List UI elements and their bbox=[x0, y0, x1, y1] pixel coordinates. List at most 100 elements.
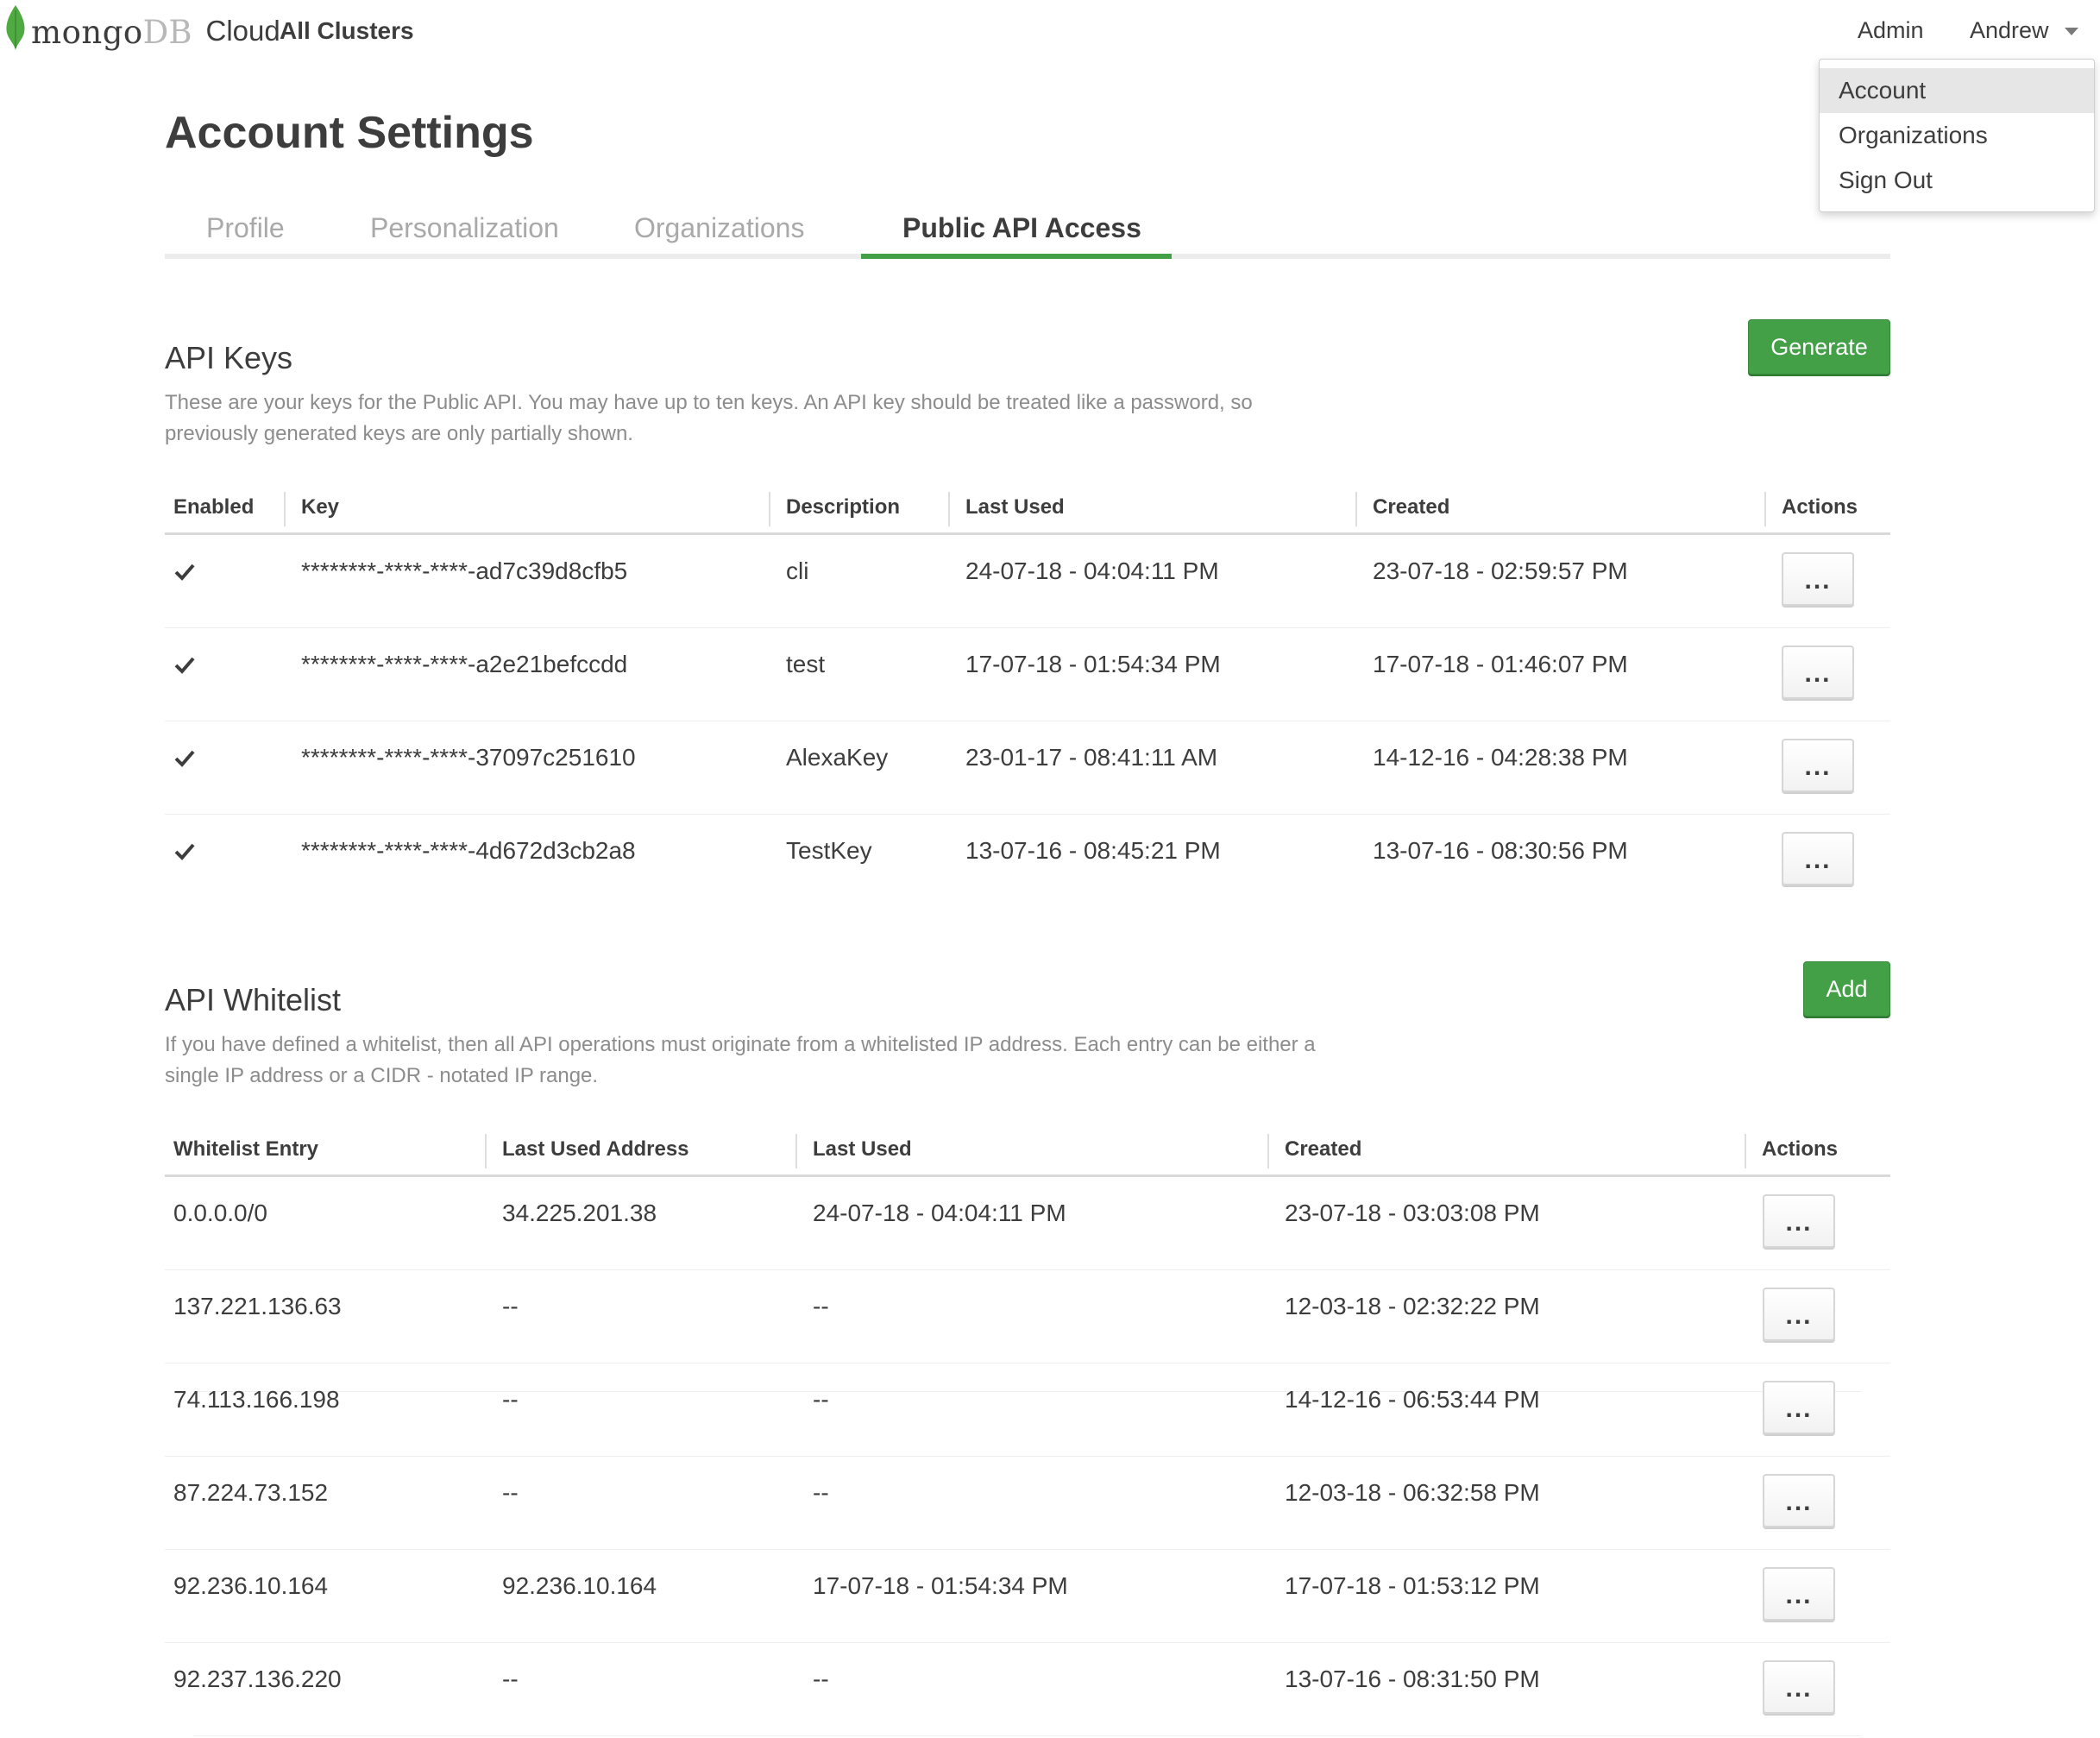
last-used-cell: 17-07-18 - 01:54:34 PM bbox=[813, 1572, 1068, 1599]
tab-personalization[interactable]: Personalization bbox=[329, 205, 600, 255]
checkmark-icon bbox=[174, 750, 195, 767]
last-used-cell: 13-07-16 - 08:45:21 PM bbox=[965, 837, 1221, 864]
created-cell: 14-12-16 - 04:28:38 PM bbox=[1373, 744, 1628, 771]
column-header-last-used[interactable]: Last Used bbox=[957, 483, 1065, 532]
table-row: ********-****-****-37097c251610 AlexaKey… bbox=[165, 721, 1890, 815]
table-row: ********-****-****-a2e21befccdd test 17-… bbox=[165, 628, 1890, 721]
last-used-address-cell: -- bbox=[502, 1293, 519, 1319]
created-cell: 17-07-18 - 01:46:07 PM bbox=[1373, 651, 1628, 677]
table-row: 87.224.73.152 -- -- 12-03-18 - 06:32:58 … bbox=[165, 1457, 1890, 1550]
column-divider bbox=[1745, 1134, 1746, 1168]
last-used-cell: -- bbox=[813, 1386, 829, 1413]
key-cell: ********-****-****-ad7c39d8cfb5 bbox=[301, 557, 628, 584]
whitelist-entry-cell: 92.236.10.164 bbox=[173, 1572, 329, 1599]
last-used-cell: 24-07-18 - 04:04:11 PM bbox=[965, 557, 1219, 584]
last-used-address-cell: -- bbox=[502, 1386, 519, 1413]
created-cell: 13-07-16 - 08:31:50 PM bbox=[1285, 1666, 1540, 1692]
logo-cloud-text: Cloud bbox=[205, 15, 280, 47]
row-actions-button[interactable]: ... bbox=[1763, 1381, 1835, 1434]
created-cell: 12-03-18 - 02:32:22 PM bbox=[1285, 1293, 1540, 1319]
tab-public-api-access[interactable]: Public API Access bbox=[861, 205, 1183, 255]
last-used-cell: -- bbox=[813, 1479, 829, 1506]
table-row: 137.221.136.63 -- -- 12-03-18 - 02:32:22… bbox=[165, 1270, 1890, 1363]
column-divider bbox=[1355, 492, 1357, 526]
all-clusters-link[interactable]: All Clusters bbox=[280, 17, 414, 45]
api-whitelist-description-line-1: If you have defined a whitelist, then al… bbox=[165, 1033, 1316, 1056]
column-header-enabled[interactable]: Enabled bbox=[165, 483, 254, 532]
api-whitelist-title: API Whitelist bbox=[165, 982, 342, 1017]
generate-button[interactable]: Generate bbox=[1748, 319, 1890, 375]
api-keys-description-line-1: These are your keys for the Public API. … bbox=[165, 391, 1253, 414]
column-header-key[interactable]: Key bbox=[292, 483, 339, 532]
user-menu-toggle[interactable]: Andrew bbox=[1970, 17, 2078, 44]
column-divider bbox=[1764, 492, 1766, 526]
table-row: 74.113.166.198 -- -- 14-12-16 - 06:53:44… bbox=[165, 1363, 1890, 1457]
whitelist-entry-cell: 92.237.136.220 bbox=[173, 1666, 342, 1692]
row-actions-button[interactable]: ... bbox=[1782, 645, 1854, 699]
settings-tabs: Profile Personalization Organizations Pu… bbox=[165, 204, 1890, 259]
table-row: 92.237.136.220 -- -- 13-07-16 - 08:31:50… bbox=[165, 1643, 1890, 1736]
created-cell: 23-07-18 - 03:03:08 PM bbox=[1285, 1200, 1540, 1226]
logo-db-text: DB bbox=[142, 14, 192, 51]
column-header-created[interactable]: Created bbox=[1276, 1125, 1361, 1174]
row-actions-button[interactable]: ... bbox=[1763, 1567, 1835, 1621]
description-cell: AlexaKey bbox=[786, 744, 889, 771]
column-header-last-used[interactable]: Last Used bbox=[804, 1125, 912, 1174]
row-actions-button[interactable]: ... bbox=[1782, 739, 1854, 792]
last-used-address-cell: 92.236.10.164 bbox=[502, 1572, 657, 1599]
column-header-last-used-address[interactable]: Last Used Address bbox=[494, 1125, 689, 1174]
tab-organizations[interactable]: Organizations bbox=[593, 205, 846, 255]
column-header-whitelist-entry[interactable]: Whitelist Entry bbox=[165, 1125, 318, 1174]
api-keys-table-header: Enabled Key Description Last Used Create… bbox=[165, 483, 1890, 535]
last-used-cell: 24-07-18 - 04:04:11 PM bbox=[813, 1200, 1066, 1226]
whitelist-entry-cell: 0.0.0.0/0 bbox=[173, 1200, 267, 1226]
menu-item-sign-out[interactable]: Sign Out bbox=[1820, 158, 2094, 203]
table-row: ********-****-****-ad7c39d8cfb5 cli 24-0… bbox=[165, 535, 1890, 628]
description-cell: test bbox=[786, 651, 826, 677]
last-used-cell: 23-01-17 - 08:41:11 AM bbox=[965, 744, 1218, 771]
menu-item-account[interactable]: Account bbox=[1820, 68, 2094, 113]
row-actions-button[interactable]: ... bbox=[1782, 552, 1854, 606]
created-cell: 14-12-16 - 06:53:44 PM bbox=[1285, 1386, 1540, 1413]
user-dropdown-menu: Account Organizations Sign Out bbox=[1819, 59, 2095, 212]
table-row: 92.236.10.164 92.236.10.164 17-07-18 - 0… bbox=[165, 1550, 1890, 1643]
api-whitelist-description-line-2: single IP address or a CIDR - notated IP… bbox=[165, 1064, 599, 1087]
table-row: 0.0.0.0/0 34.225.201.38 24-07-18 - 04:04… bbox=[165, 1177, 1890, 1270]
row-actions-button[interactable]: ... bbox=[1782, 832, 1854, 885]
whitelist-entry-cell: 74.113.166.198 bbox=[173, 1386, 340, 1413]
key-cell: ********-****-****-4d672d3cb2a8 bbox=[301, 837, 636, 864]
created-cell: 13-07-16 - 08:30:56 PM bbox=[1373, 837, 1628, 864]
tab-profile[interactable]: Profile bbox=[165, 205, 326, 255]
description-cell: TestKey bbox=[786, 837, 872, 864]
row-actions-button[interactable]: ... bbox=[1763, 1474, 1835, 1527]
created-cell: 17-07-18 - 01:53:12 PM bbox=[1285, 1572, 1540, 1599]
row-actions-button[interactable]: ... bbox=[1763, 1194, 1835, 1248]
api-whitelist-description: If you have defined a whitelist, then al… bbox=[165, 1030, 1632, 1092]
column-divider bbox=[948, 492, 950, 526]
column-header-description[interactable]: Description bbox=[777, 483, 900, 532]
menu-item-organizations[interactable]: Organizations bbox=[1820, 113, 2094, 158]
description-cell: cli bbox=[786, 557, 809, 584]
checkmark-icon bbox=[174, 657, 195, 674]
row-actions-button[interactable]: ... bbox=[1763, 1288, 1835, 1341]
column-header-actions: Actions bbox=[1762, 1137, 1839, 1161]
mongodb-leaf-icon bbox=[6, 5, 25, 50]
whitelist-entry-cell: 137.221.136.63 bbox=[173, 1293, 342, 1319]
mongodb-cloud-logo[interactable]: mongo DB Cloud bbox=[5, 3, 280, 55]
column-header-actions: Actions bbox=[1782, 495, 1858, 519]
whitelist-entry-cell: 87.224.73.152 bbox=[173, 1479, 329, 1506]
last-used-address-cell: 34.225.201.38 bbox=[502, 1200, 657, 1226]
table-bottom-rule bbox=[193, 1735, 1862, 1736]
last-used-cell: -- bbox=[813, 1293, 829, 1319]
column-header-created[interactable]: Created bbox=[1364, 483, 1449, 532]
created-cell: 23-07-18 - 02:59:57 PM bbox=[1373, 557, 1628, 584]
add-whitelist-button[interactable]: Add bbox=[1803, 961, 1890, 1017]
logo-mongo-text: mongo bbox=[31, 14, 143, 51]
api-keys-description: These are your keys for the Public API. … bbox=[165, 387, 1545, 450]
api-whitelist-table-header: Whitelist Entry Last Used Address Last U… bbox=[165, 1125, 1890, 1177]
column-divider bbox=[795, 1134, 797, 1168]
column-divider bbox=[485, 1134, 487, 1168]
api-keys-title: API Keys bbox=[165, 340, 293, 375]
admin-link[interactable]: Admin bbox=[1858, 17, 1924, 44]
row-actions-button[interactable]: ... bbox=[1763, 1660, 1835, 1714]
